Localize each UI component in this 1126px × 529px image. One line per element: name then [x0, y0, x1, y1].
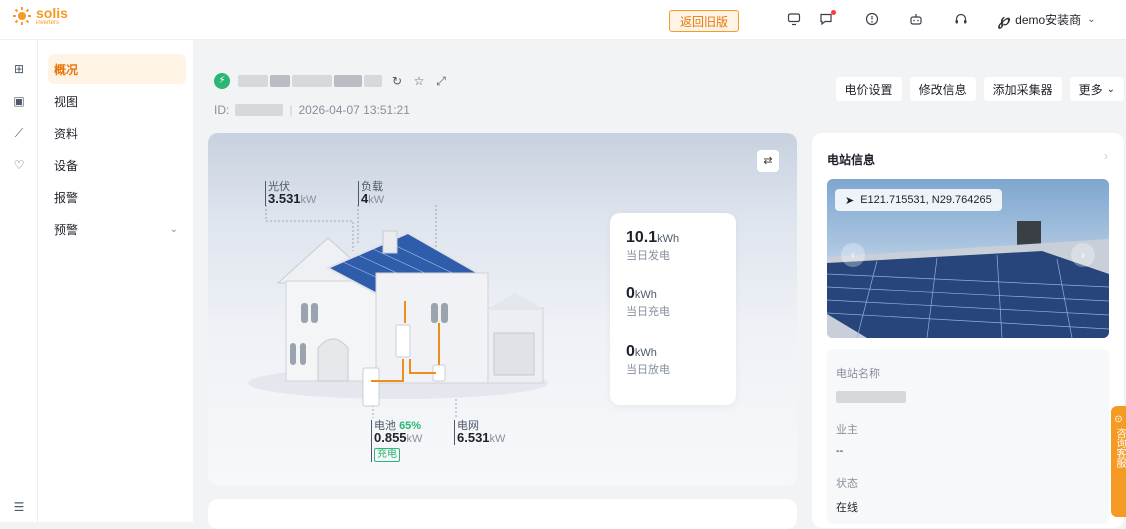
more-button[interactable]: 更多 ⌄	[1069, 77, 1124, 101]
daily-generation: 10.1kWh 当日发电	[626, 229, 679, 263]
stat-unit: kWh	[657, 233, 680, 245]
chevron-down-icon: ⌄	[169, 223, 178, 235]
star-icon[interactable]: ☆	[412, 74, 426, 88]
menu-item-warnings[interactable]: 预警 ⌄	[48, 214, 186, 244]
expand-icon[interactable]: ⤢	[434, 74, 448, 88]
grid-icon[interactable]: ⊞	[12, 62, 26, 76]
user-menu[interactable]: ℘ demo安装商 ⌄	[998, 10, 1096, 29]
stat-desc: 当日充电	[626, 306, 670, 318]
status-value: 在线	[836, 502, 858, 514]
robot-icon[interactable]	[908, 12, 924, 28]
stat-unit: kWh	[634, 347, 657, 359]
edit-info-button[interactable]: 修改信息	[909, 77, 976, 101]
menu-item-label: 预警	[54, 222, 79, 237]
customer-service-label: 咨询客服	[1114, 428, 1125, 468]
stat-desc: 当日发电	[626, 250, 670, 262]
line-chart-icon[interactable]: ⟋	[12, 126, 26, 140]
lightning-icon: ⚡	[214, 73, 230, 89]
sun-logo-icon	[13, 7, 31, 25]
station-details: 电站名称 业主 -- 状态 在线	[827, 349, 1109, 524]
chevron-right-icon[interactable]: ›	[1104, 149, 1108, 163]
grid-label: 电网 6.531kW	[454, 420, 505, 445]
status-label: 状态	[836, 478, 858, 490]
menu-item-label: 报警	[54, 190, 79, 205]
side-menu: 概况 视图 资料 设备 报警 预警 ⌄	[38, 40, 193, 522]
station-photo: ➤ E121.715531, N29.764265 ‹ ›	[827, 179, 1109, 338]
pv-label: 光伏 3.531kW	[265, 181, 316, 206]
station-header: ⚡ ↻ ☆ ⤢	[214, 73, 448, 89]
id-label: ID:	[214, 103, 230, 117]
daily-charge: 0kWh 当日充电	[626, 285, 670, 319]
brand-name: solis	[36, 5, 68, 21]
headset-icon[interactable]	[953, 12, 969, 28]
menu-item-data[interactable]: 资料	[48, 118, 186, 148]
refresh-icon[interactable]: ↻	[390, 74, 404, 88]
menu-item-label: 概况	[54, 62, 79, 77]
load-label: 负载 4kW	[358, 181, 384, 206]
battery-value: 0.855	[374, 430, 407, 445]
heart-pulse-icon[interactable]: ♡	[12, 158, 26, 172]
coordinates-text: E121.715531, N29.764265	[860, 194, 992, 206]
station-id-line: ID: | 2026-04-07 13:51:21	[214, 103, 410, 117]
menu-item-alarms[interactable]: 报警	[48, 182, 186, 212]
owner-value: --	[836, 445, 844, 457]
battery-state-badge: 充电	[374, 448, 400, 462]
collapse-menu-icon[interactable]: ☰	[12, 500, 26, 514]
alert-info-icon[interactable]	[864, 12, 880, 28]
redacted-id	[235, 104, 284, 116]
customer-service-float-button[interactable]: ⊙ 咨询客服	[1111, 406, 1126, 517]
owner-label: 业主	[836, 424, 858, 436]
monitor-icon[interactable]	[786, 12, 802, 28]
station-info-title: 电站信息	[827, 153, 876, 167]
pv-value: 3.531	[268, 191, 301, 206]
station-info-card: 电站信息 › ➤ E121.715531, N29.764265 ‹ › 电站名…	[812, 133, 1124, 528]
back-to-old-version-button[interactable]: 返回旧版	[669, 10, 739, 32]
message-icon[interactable]	[818, 10, 836, 28]
daily-discharge: 0kWh 当日放电	[626, 343, 670, 377]
menu-item-view[interactable]: 视图	[48, 86, 186, 116]
coordinates-badge: ➤ E121.715531, N29.764265	[835, 189, 1002, 211]
pv-unit: kW	[300, 194, 317, 206]
redacted-station-name-value	[836, 391, 906, 403]
chart-card-partial	[208, 499, 797, 529]
battery-unit: kW	[406, 433, 423, 445]
chevron-down-icon: ⌄	[1106, 83, 1115, 95]
add-collector-button[interactable]: 添加采集器	[983, 77, 1062, 101]
price-settings-button[interactable]: 电价设置	[835, 77, 902, 101]
chart-board-icon[interactable]: ▣	[12, 94, 26, 108]
redacted-station-name	[238, 75, 382, 87]
stat-value: 10.1	[626, 229, 658, 246]
menu-item-devices[interactable]: 设备	[48, 150, 186, 180]
stat-unit: kWh	[634, 289, 657, 301]
more-label: 更多	[1078, 82, 1103, 97]
station-timestamp: 2026-04-07 13:51:21	[298, 103, 410, 117]
battery-label: 电池 65% 0.855kW 充电	[371, 420, 422, 462]
daily-stats-panel: 10.1kWh 当日发电 0kWh 当日充电 0kWh 当日放电	[610, 213, 736, 405]
energy-flow-card: ⇄ 光伏 3.531kW 负载 4kW 电池 65% 0.855kW 充电 电网…	[208, 133, 797, 485]
chevron-down-icon: ⌄	[1087, 14, 1096, 25]
unread-dot	[831, 10, 836, 15]
station-name-label: 电站名称	[836, 368, 880, 380]
grid-value: 6.531	[457, 430, 490, 445]
company-logo-icon: ℘	[998, 10, 1010, 29]
photo-next-icon[interactable]: ›	[1071, 243, 1095, 267]
service-icon: ⊙	[1114, 414, 1123, 425]
stat-desc: 当日放电	[626, 364, 670, 376]
stat-value: 0	[626, 285, 635, 302]
station-actions: 电价设置 修改信息 添加采集器 更多 ⌄	[835, 77, 1124, 101]
load-unit: kW	[368, 194, 385, 206]
location-arrow-icon: ➤	[845, 194, 855, 207]
brand-logo[interactable]: solis inverters	[12, 6, 68, 26]
grid-unit: kW	[489, 433, 506, 445]
user-name: demo安装商	[1015, 13, 1082, 27]
menu-item-label: 资料	[54, 126, 79, 141]
menu-item-label: 设备	[54, 158, 79, 173]
stat-value: 0	[626, 343, 635, 360]
icon-rail: ⊞ ▣ ⟋ ♡ ☰	[0, 40, 38, 522]
menu-item-label: 视图	[54, 94, 79, 109]
top-bar: solis inverters 返回旧版 ℘ demo安装商 ⌄	[0, 0, 1126, 40]
menu-item-overview[interactable]: 概况	[48, 54, 186, 84]
photo-prev-icon[interactable]: ‹	[841, 243, 865, 267]
